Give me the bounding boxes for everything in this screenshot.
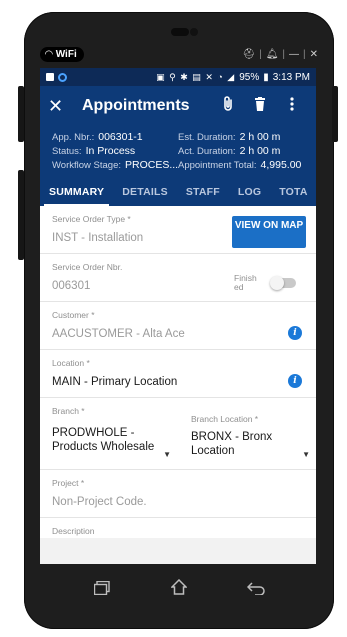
- appointment-total-value: 4,995.00: [260, 159, 302, 171]
- tab-totals[interactable]: TOTA: [270, 178, 316, 206]
- customer-label: Customer *: [52, 310, 95, 320]
- summary-form: Service Order Type * INST - Installation…: [40, 206, 316, 538]
- finished-toggle[interactable]: [270, 276, 296, 290]
- tab-summary[interactable]: SUMMARY: [40, 178, 113, 206]
- est-duration-label: Est. Duration:: [178, 132, 236, 143]
- back-icon[interactable]: [241, 579, 271, 600]
- service-order-type-field[interactable]: Service Order Type * INST - Installation…: [40, 206, 316, 254]
- app-notification-icon: [58, 72, 67, 82]
- appointment-total-label: Appointment Total:: [178, 160, 257, 171]
- status-label: Status:: [52, 146, 82, 157]
- branch-label: Branch *: [52, 406, 85, 416]
- branch-dropdown-icon[interactable]: ▼: [163, 450, 171, 459]
- close-window-icon[interactable]: ✕: [310, 49, 318, 60]
- front-camera: [190, 28, 198, 36]
- act-duration-value: 2 h 00 m: [239, 145, 281, 157]
- phone-screen: ▣ ⚲ ✱ ▤ ✕ ◔ ◢ 95% ▮ 3:13 PM ✕ Appointmen…: [40, 68, 316, 564]
- location-value: MAIN - Primary Location: [52, 376, 178, 388]
- app-bar: ✕ Appointments: [40, 86, 316, 126]
- bell-icon[interactable]: 🔔︎: [266, 49, 279, 60]
- branch-location-label: Branch Location *: [191, 414, 259, 424]
- location-label: Location *: [52, 358, 90, 368]
- tab-details[interactable]: DETAILS: [113, 178, 177, 206]
- more-options-icon[interactable]: [276, 97, 308, 115]
- view-on-map-button[interactable]: VIEW ON MAP: [232, 216, 306, 248]
- page-title: Appointments: [82, 97, 190, 114]
- workflow-stage-label: Workflow Stage:: [52, 160, 121, 171]
- customer-value: AACUSTOMER - Alta Ace: [52, 328, 185, 340]
- project-field[interactable]: Project * Non-Project Code.: [40, 470, 316, 518]
- incognito-icon[interactable]: ⛑: [242, 49, 255, 60]
- volume-button: [18, 86, 24, 142]
- side-button: [18, 170, 24, 260]
- wifi-label: WiFi: [55, 48, 77, 60]
- wifi-indicator: ◠ WiFi: [40, 46, 84, 62]
- branch-field[interactable]: Branch * PRODWHOLE - Products Wholesale …: [40, 398, 177, 469]
- service-order-nbr-field: Service Order Nbr. 006301 Finish ed: [40, 254, 316, 302]
- branch-value: PRODWHOLE - Products Wholesale: [52, 427, 155, 453]
- service-order-nbr-value: 006301: [52, 280, 91, 292]
- attachment-icon[interactable]: [212, 96, 244, 116]
- tab-bar: SUMMARY DETAILS STAFF LOG TOTA: [40, 178, 316, 206]
- app-nbr-label: App. Nbr.:: [52, 132, 95, 143]
- wifi-icon: ◠: [45, 48, 53, 60]
- status-value: In Process: [85, 145, 136, 157]
- appointment-summary-header: App. Nbr.: 006301-1 Est. Duration: 2 h 00 …: [40, 126, 316, 178]
- notification-icon: [46, 73, 54, 81]
- service-order-nbr-label: Service Order Nbr.: [52, 262, 123, 272]
- finished-label: Finish ed: [234, 273, 257, 292]
- power-button: [332, 86, 338, 142]
- battery-level: 95%: [239, 71, 260, 83]
- workflow-stage-value: PROCES...: [125, 159, 178, 171]
- description-label: Description: [52, 526, 95, 536]
- recent-apps-icon[interactable]: [87, 579, 117, 600]
- android-status-bar: ▣ ⚲ ✱ ▤ ✕ ◔ ◢ 95% ▮ 3:13 PM: [40, 68, 316, 86]
- android-navigation-bar: [24, 564, 334, 614]
- branch-row: Branch * PRODWHOLE - Products Wholesale …: [40, 398, 316, 470]
- location-field[interactable]: Location * MAIN - Primary Location i: [40, 350, 316, 398]
- tab-staff[interactable]: STAFF: [177, 178, 229, 206]
- branch-location-value: BRONX - Bronx Location: [191, 431, 273, 457]
- minimize-icon[interactable]: —: [289, 49, 299, 60]
- status-icons: ▣ ⚲ ✱ ▤ ✕ ◔ ◢: [156, 71, 236, 82]
- battery-icon: ▮: [263, 71, 269, 83]
- tab-log[interactable]: LOG: [229, 178, 270, 206]
- close-icon[interactable]: ✕: [48, 96, 76, 117]
- description-field[interactable]: Description: [40, 518, 316, 538]
- est-duration-value: 2 h 00 m: [239, 131, 281, 143]
- home-icon[interactable]: [164, 578, 194, 600]
- project-value: Non-Project Code.: [52, 496, 147, 508]
- window-overlay-bar: ◠ WiFi ⛑ | 🔔︎ | — | ✕: [40, 44, 318, 64]
- act-duration-label: Act. Duration:: [178, 146, 236, 157]
- branch-location-dropdown-icon[interactable]: ▼: [302, 450, 310, 459]
- project-label: Project *: [52, 478, 85, 488]
- delete-icon[interactable]: [244, 97, 276, 115]
- app-nbr-value: 006301-1: [98, 131, 143, 143]
- location-info-icon[interactable]: i: [288, 374, 302, 388]
- clock: 3:13 PM: [272, 71, 310, 83]
- toggle-knob: [270, 276, 284, 290]
- branch-location-field[interactable]: Branch Location * BRONX - Bronx Location…: [177, 398, 316, 469]
- customer-field[interactable]: Customer * AACUSTOMER - Alta Ace i: [40, 302, 316, 350]
- window-controls: ⛑ | 🔔︎ | — | ✕: [242, 48, 318, 60]
- earpiece-speaker: [171, 28, 189, 36]
- customer-info-icon[interactable]: i: [288, 326, 302, 340]
